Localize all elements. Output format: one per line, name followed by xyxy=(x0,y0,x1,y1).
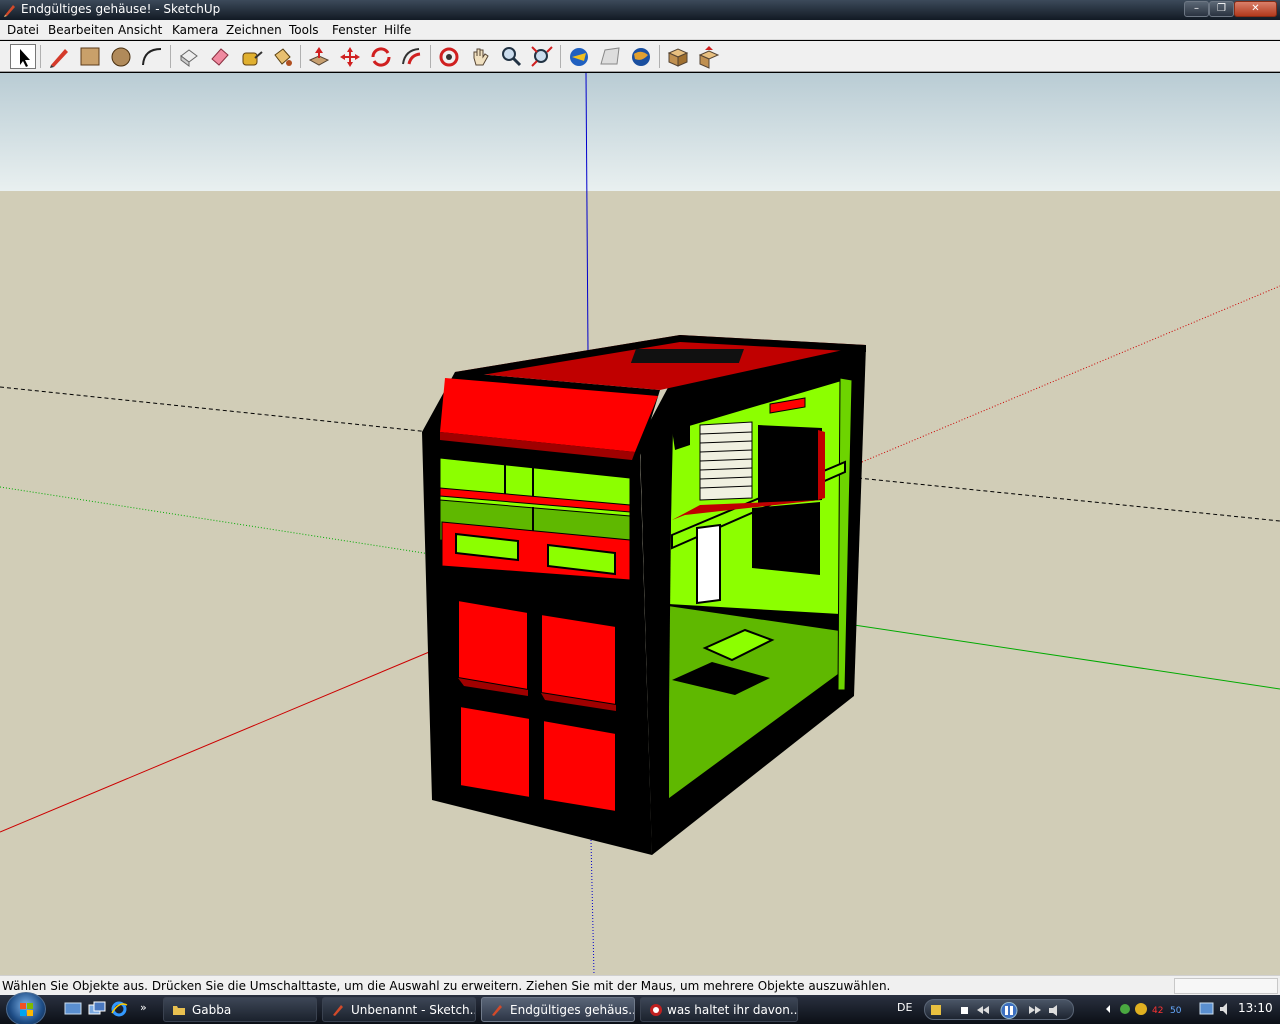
toolbar-separator xyxy=(430,45,431,68)
task-endgueltiges-gehaeuse[interactable]: Endgültiges gehäus... xyxy=(481,997,635,1022)
svg-text:50: 50 xyxy=(1170,1006,1182,1016)
share-component-icon[interactable] xyxy=(696,44,722,69)
arc-icon[interactable] xyxy=(139,44,165,69)
sky xyxy=(0,73,1280,191)
eraser-icon[interactable] xyxy=(207,44,233,69)
status-bar: Wählen Sie Objekte aus. Drücken Sie die … xyxy=(0,975,1280,995)
menu-hilfe[interactable]: Hilfe xyxy=(384,23,411,37)
clock[interactable]: 13:10 xyxy=(1238,1001,1273,1015)
paint-bucket-icon[interactable] xyxy=(269,44,295,69)
language-indicator[interactable]: DE xyxy=(897,1001,912,1014)
browser-icon xyxy=(650,1004,662,1016)
window-title: Endgültiges gehäuse! - SketchUp xyxy=(21,2,221,16)
expansion-slot xyxy=(696,523,721,605)
components-icon[interactable] xyxy=(665,44,691,69)
toolbar-separator xyxy=(300,45,301,68)
follow-me-icon[interactable] xyxy=(399,44,425,69)
toolbar-separator xyxy=(560,45,561,68)
motherboard-cutout xyxy=(752,502,820,575)
zoom-extents-icon[interactable] xyxy=(529,44,555,69)
task-gabba[interactable]: Gabba xyxy=(163,997,317,1022)
internet-explorer-icon[interactable] xyxy=(110,1001,128,1017)
share-model-icon[interactable] xyxy=(597,44,623,69)
move-icon[interactable] xyxy=(337,44,363,69)
make-component-icon[interactable] xyxy=(176,44,202,69)
toolbar-separator xyxy=(40,45,41,68)
task-unbenannt-sketchup[interactable]: Unbenannt - Sketch... xyxy=(322,997,476,1022)
rectangle-icon[interactable] xyxy=(77,44,103,69)
taskbar: » Gabba Unbenannt - Sketch... Endgültige… xyxy=(0,992,1280,1024)
google-earth-icon[interactable] xyxy=(628,44,654,69)
task-was-haltet-ihr-davon[interactable]: was haltet ihr davon... xyxy=(640,997,798,1022)
front-panel-2 xyxy=(540,612,617,707)
menu-kamera[interactable]: Kamera xyxy=(172,23,218,37)
folder-icon xyxy=(173,1006,185,1015)
maximize-button[interactable]: ❐ xyxy=(1209,1,1234,17)
switch-windows-icon[interactable] xyxy=(88,1001,106,1017)
menu-bar: Datei Bearbeiten Ansicht Kamera Zeichnen… xyxy=(0,20,1280,40)
push-pull-icon[interactable] xyxy=(306,44,332,69)
top-vent xyxy=(630,349,744,363)
front-panel-3 xyxy=(459,704,531,800)
media-player-controls[interactable] xyxy=(924,999,1074,1020)
model-scene xyxy=(0,73,1280,975)
close-button[interactable]: ✕ xyxy=(1234,1,1277,17)
front-panel-4 xyxy=(542,718,617,814)
toolbar-separator xyxy=(659,45,660,68)
quicklaunch-more-icon[interactable]: » xyxy=(140,1001,158,1017)
psu-block xyxy=(758,425,822,505)
status-text: Wählen Sie Objekte aus. Drücken Sie die … xyxy=(2,979,891,993)
title-bar: Endgültiges gehäuse! - SketchUp – ❐ ✕ xyxy=(0,0,1280,20)
menu-fenster[interactable]: Fenster xyxy=(332,23,377,37)
front-panel-1 xyxy=(457,598,529,692)
circle-icon[interactable] xyxy=(108,44,134,69)
pencil-line-icon[interactable] xyxy=(46,44,72,69)
menu-bearbeiten[interactable]: Bearbeiten xyxy=(48,23,114,37)
minimize-button[interactable]: – xyxy=(1184,1,1209,17)
media-controls-icon xyxy=(931,1002,1057,1019)
pan-hand-icon[interactable] xyxy=(467,44,493,69)
menu-ansicht[interactable]: Ansicht xyxy=(118,23,162,37)
tape-measure-icon[interactable] xyxy=(238,44,264,69)
sketchup-icon xyxy=(333,1005,343,1016)
menu-tools[interactable]: Tools xyxy=(289,23,319,37)
zoom-icon[interactable] xyxy=(498,44,524,69)
menu-zeichnen[interactable]: Zeichnen xyxy=(226,23,282,37)
measurements-box[interactable] xyxy=(1174,978,1278,994)
windows-logo-icon xyxy=(20,1003,33,1016)
get-models-icon[interactable] xyxy=(566,44,592,69)
sketchup-icon xyxy=(492,1005,502,1016)
sketchup-app-icon xyxy=(4,5,15,17)
tray-icons: 42 50 xyxy=(1106,1002,1227,1016)
show-desktop-icon[interactable] xyxy=(64,1001,82,1017)
toolbar-separator xyxy=(170,45,171,68)
start-button[interactable] xyxy=(6,992,46,1024)
svg-text:42: 42 xyxy=(1152,1006,1163,1016)
psu-red-edge xyxy=(818,430,825,500)
menu-datei[interactable]: Datei xyxy=(7,23,39,37)
toolbar xyxy=(0,41,1280,72)
select-arrow-icon[interactable] xyxy=(10,44,36,69)
orbit-icon[interactable] xyxy=(436,44,462,69)
rotate-icon[interactable] xyxy=(368,44,394,69)
modeling-viewport[interactable] xyxy=(0,73,1280,975)
